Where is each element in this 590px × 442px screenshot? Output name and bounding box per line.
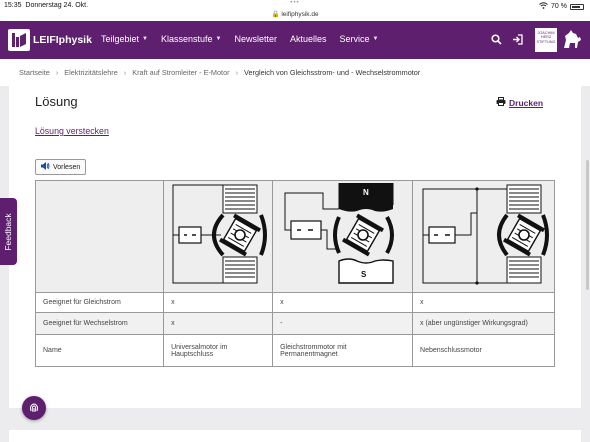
- feedback-tab[interactable]: Feedback: [0, 198, 17, 265]
- hide-solution-link[interactable]: Lösung verstecken: [35, 126, 109, 136]
- nav-newsletter[interactable]: Newsletter: [234, 34, 277, 44]
- table-cell: x: [163, 312, 274, 335]
- main-nav: Teilgebiet ▼ Klassenstufe ▼ Newsletter Akt…: [101, 34, 391, 44]
- logo-text[interactable]: LEIFIphysik: [33, 34, 92, 46]
- chevron-down-icon: ▼: [372, 36, 379, 42]
- chevron-right-icon: ›: [123, 68, 127, 77]
- next-section-card: [9, 430, 581, 442]
- login-icon[interactable]: [512, 32, 523, 50]
- header-actions: [491, 32, 523, 50]
- table-row: Geeignet für Gleichstrom x x x: [34, 292, 555, 313]
- read-aloud-label: Vorlesen: [53, 163, 81, 171]
- horse-logo-icon[interactable]: [561, 28, 583, 55]
- table-cell: -: [272, 312, 414, 335]
- row-label-wechselstrom: Geeignet für Wechselstrom: [34, 312, 165, 335]
- chevron-right-icon: ›: [55, 68, 59, 77]
- read-aloud-button[interactable]: Vorlesen: [35, 159, 87, 175]
- motor-comparison-table: N S Geeignet für Gleichstrom x x x Geeig…: [34, 180, 555, 367]
- site-header: LEIFIphysik Teilgebiet ▼ Klassenstufe ▼ Ne…: [0, 21, 590, 59]
- table-cell: Nebenschlussmotor: [412, 334, 555, 367]
- search-icon[interactable]: [491, 32, 502, 50]
- row-label-gleichstrom: Geeignet für Gleichstrom: [34, 292, 165, 313]
- table-cell: x: [412, 292, 555, 313]
- print-button[interactable]: Drucken: [496, 97, 543, 108]
- diagram-row: N S: [34, 180, 555, 293]
- page-scrollbar[interactable]: [586, 160, 589, 290]
- breadcrumb-home[interactable]: Startseite: [19, 68, 50, 77]
- solution-card: Lösung Drucken Lösung verstecken Vorlese…: [9, 86, 581, 408]
- table-row: Name Universalmotor im Hauptschluss Glei…: [34, 334, 555, 367]
- wifi-icon: [539, 2, 548, 11]
- breadcrumb-elektrizitaetslehre[interactable]: Elektrizitätslehre: [64, 68, 118, 77]
- empty-cell: [34, 180, 165, 293]
- shunt-motor-diagram: [412, 180, 555, 293]
- chevron-down-icon: ▼: [215, 36, 222, 42]
- magnet-south-label: S: [361, 270, 367, 279]
- stiftung-logo[interactable]: JOACHIM HERZ STIFTUNG: [535, 28, 557, 52]
- breadcrumb: Startseite › Elektrizitätslehre › Kraft au…: [0, 59, 590, 86]
- speaker-icon: [41, 162, 50, 172]
- table-row: Geeignet für Wechselstrom x - x (aber un…: [34, 312, 555, 335]
- table-cell: x (aber ungünstiger Wirkungsgrad): [412, 312, 555, 335]
- printer-icon: [496, 97, 506, 108]
- print-label: Drucken: [509, 97, 544, 108]
- breadcrumb-current: Vergleich von Gleichsstrom- und - Wechse…: [244, 68, 421, 77]
- table-cell: x: [272, 292, 414, 313]
- page-title: Lösung: [35, 94, 78, 109]
- magnet-north-label: N: [363, 188, 369, 197]
- chevron-down-icon: ▼: [142, 36, 148, 42]
- nav-aktuelles[interactable]: Aktuelles: [290, 34, 327, 44]
- table-cell: Gleichstrommotor mit Permanentmagnet: [272, 334, 414, 367]
- table-cell: Universalmotor im Hauptschluss: [163, 334, 274, 367]
- row-label-name: Name: [34, 334, 165, 367]
- url-display[interactable]: 🔒 leifiphysik.de: [0, 10, 590, 18]
- status-icons: 70 %: [539, 2, 584, 11]
- status-bar: 15:35 Donnerstag 24. Okt. ••• 🔒 leifiphy…: [0, 0, 590, 21]
- battery-icon: [570, 3, 584, 10]
- nav-teilgebiet[interactable]: Teilgebiet ▼: [101, 34, 148, 44]
- nav-service[interactable]: Service ▼: [340, 34, 379, 44]
- breadcrumb-e-motor[interactable]: Kraft auf Stromleiter - E-Motor: [132, 68, 229, 77]
- universal-motor-diagram: [163, 180, 274, 293]
- nav-klassenstufe[interactable]: Klassenstufe ▼: [161, 34, 221, 44]
- feedback-label: Feedback: [3, 213, 13, 251]
- battery-percent: 70 %: [551, 3, 567, 10]
- table-cell: x: [163, 292, 274, 313]
- tab-dots: •••: [290, 0, 300, 6]
- accessibility-button[interactable]: [22, 396, 46, 420]
- logo-icon[interactable]: [8, 29, 30, 51]
- chevron-right-icon: ›: [235, 68, 238, 77]
- permanent-magnet-motor-diagram: N S: [272, 180, 414, 293]
